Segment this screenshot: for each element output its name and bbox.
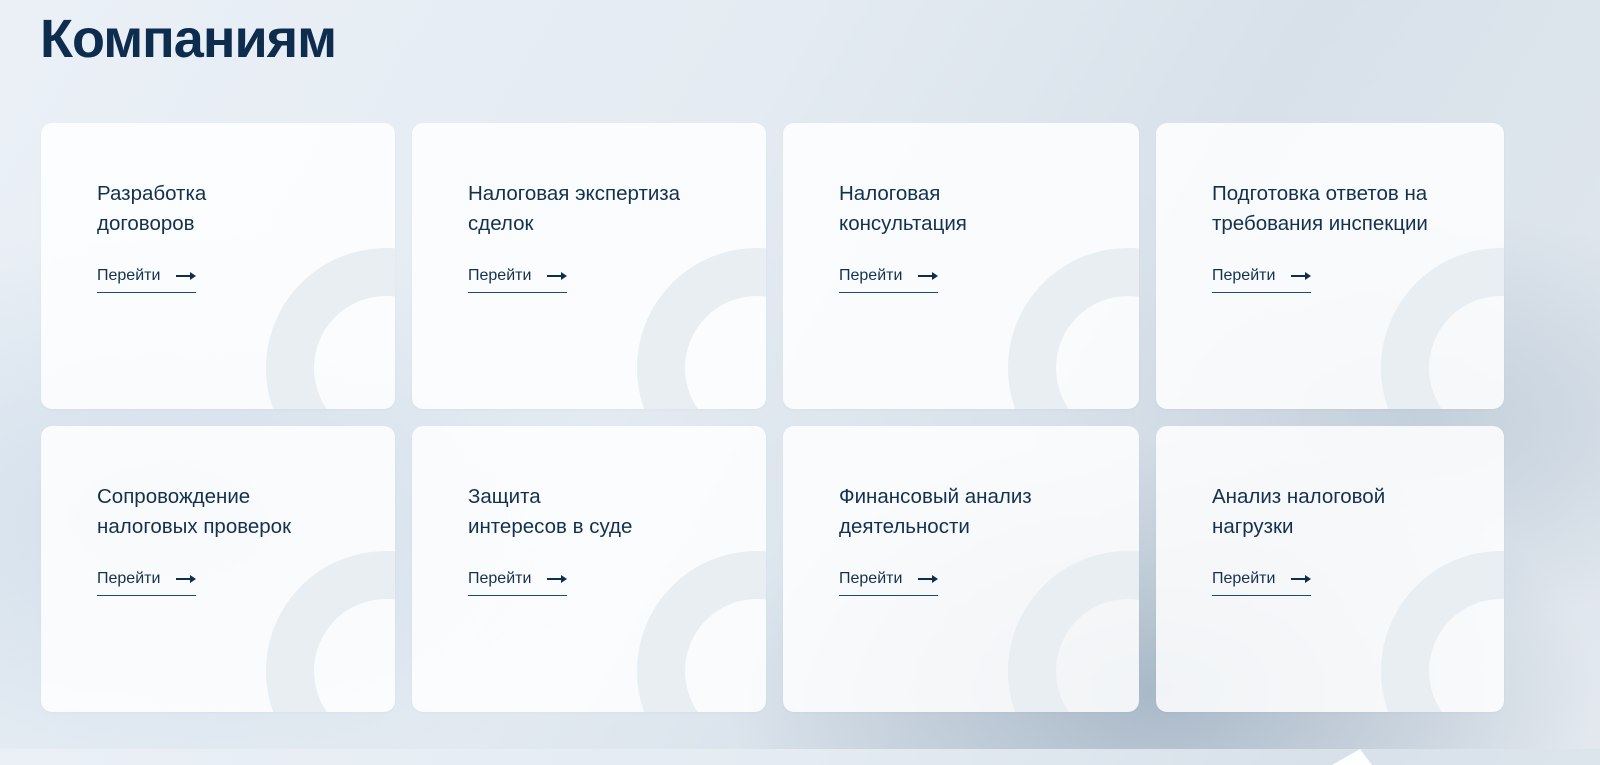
services-grid: Разработка договоров Перейти Налоговая э… [41, 123, 1504, 712]
service-card-tax-expertise: Налоговая экспертиза сделок Перейти [412, 123, 766, 409]
service-card-link[interactable]: Перейти [1212, 266, 1312, 293]
service-card-inspection-responses: Подготовка ответов на требования инспекц… [1156, 123, 1504, 409]
service-link-label: Перейти [1212, 267, 1276, 284]
service-title-line: Защита [468, 485, 541, 508]
service-card-tax-burden-analysis: Анализ налоговой нагрузки Перейти [1156, 426, 1504, 712]
service-card-title: Анализ налоговой нагрузки [1212, 482, 1385, 542]
card-decoration-arc [1008, 248, 1139, 409]
service-card-financial-analysis: Финансовый анализ деятельности Перейти [783, 426, 1139, 712]
service-card-link[interactable]: Перейти [468, 569, 568, 596]
service-card-title: Налоговая экспертиза сделок [468, 179, 680, 239]
arrow-right-icon [1291, 575, 1312, 583]
service-link-label: Перейти [839, 570, 903, 587]
card-decoration-arc [266, 551, 395, 712]
service-title-line: консультация [839, 212, 967, 235]
service-link-label: Перейти [97, 570, 161, 587]
service-card-title: Защита интересов в суде [468, 482, 632, 542]
service-title-line: Анализ налоговой [1212, 485, 1386, 508]
service-link-label: Перейти [468, 570, 532, 587]
card-decoration-arc [637, 248, 766, 409]
service-card-link[interactable]: Перейти [839, 266, 939, 293]
service-card-title: Сопровождение налоговых проверок [97, 482, 291, 542]
service-link-label: Перейти [839, 267, 903, 284]
service-title-line: нагрузки [1212, 515, 1294, 538]
service-card-title: Разработка договоров [97, 179, 206, 239]
service-card-title: Финансовый анализ деятельности [839, 482, 1032, 542]
service-title-line: Сопровождение [97, 485, 251, 508]
service-link-label: Перейти [468, 267, 532, 284]
service-card-title: Подготовка ответов на требования инспекц… [1212, 179, 1428, 239]
arrow-right-icon [547, 272, 568, 280]
card-decoration-arc [266, 248, 395, 409]
service-card-tax-consultation: Налоговая консультация Перейти [783, 123, 1139, 409]
service-card-link[interactable]: Перейти [97, 569, 197, 596]
service-link-label: Перейти [1212, 570, 1276, 587]
arrow-right-icon [176, 575, 197, 583]
decorative-background-shape [1332, 749, 1372, 765]
service-card-link[interactable]: Перейти [839, 569, 939, 596]
service-card-link[interactable]: Перейти [468, 266, 568, 293]
arrow-right-icon [918, 575, 939, 583]
service-title-line: Финансовый анализ [839, 485, 1032, 508]
service-card-link[interactable]: Перейти [1212, 569, 1312, 596]
service-link-label: Перейти [97, 267, 161, 284]
arrow-right-icon [1291, 272, 1312, 280]
service-title-line: деятельности [839, 515, 970, 538]
service-title-line: сделок [468, 212, 534, 235]
service-title-line: налоговых проверок [97, 515, 292, 538]
service-card-court-defense: Защита интересов в суде Перейти [412, 426, 766, 712]
service-title-line: Налоговая [839, 182, 941, 205]
arrow-right-icon [547, 575, 568, 583]
service-title-line: Налоговая экспертиза [468, 182, 681, 205]
service-title-line: требования инспекции [1212, 212, 1428, 235]
service-card-link[interactable]: Перейти [97, 266, 197, 293]
card-decoration-arc [1008, 551, 1139, 712]
service-title-line: Разработка [97, 182, 207, 205]
service-card-title: Налоговая консультация [839, 179, 967, 239]
arrow-right-icon [176, 272, 197, 280]
card-decoration-arc [637, 551, 766, 712]
arrow-right-icon [918, 272, 939, 280]
service-title-line: интересов в суде [468, 515, 633, 538]
service-title-line: договоров [97, 212, 195, 235]
card-decoration-arc [1381, 551, 1504, 712]
service-card-tax-audits: Сопровождение налоговых проверок Перейти [41, 426, 395, 712]
service-card-contracts: Разработка договоров Перейти [41, 123, 395, 409]
service-title-line: Подготовка ответов на [1212, 182, 1428, 205]
page-title: Компаниям [40, 9, 337, 69]
card-decoration-arc [1381, 248, 1504, 409]
